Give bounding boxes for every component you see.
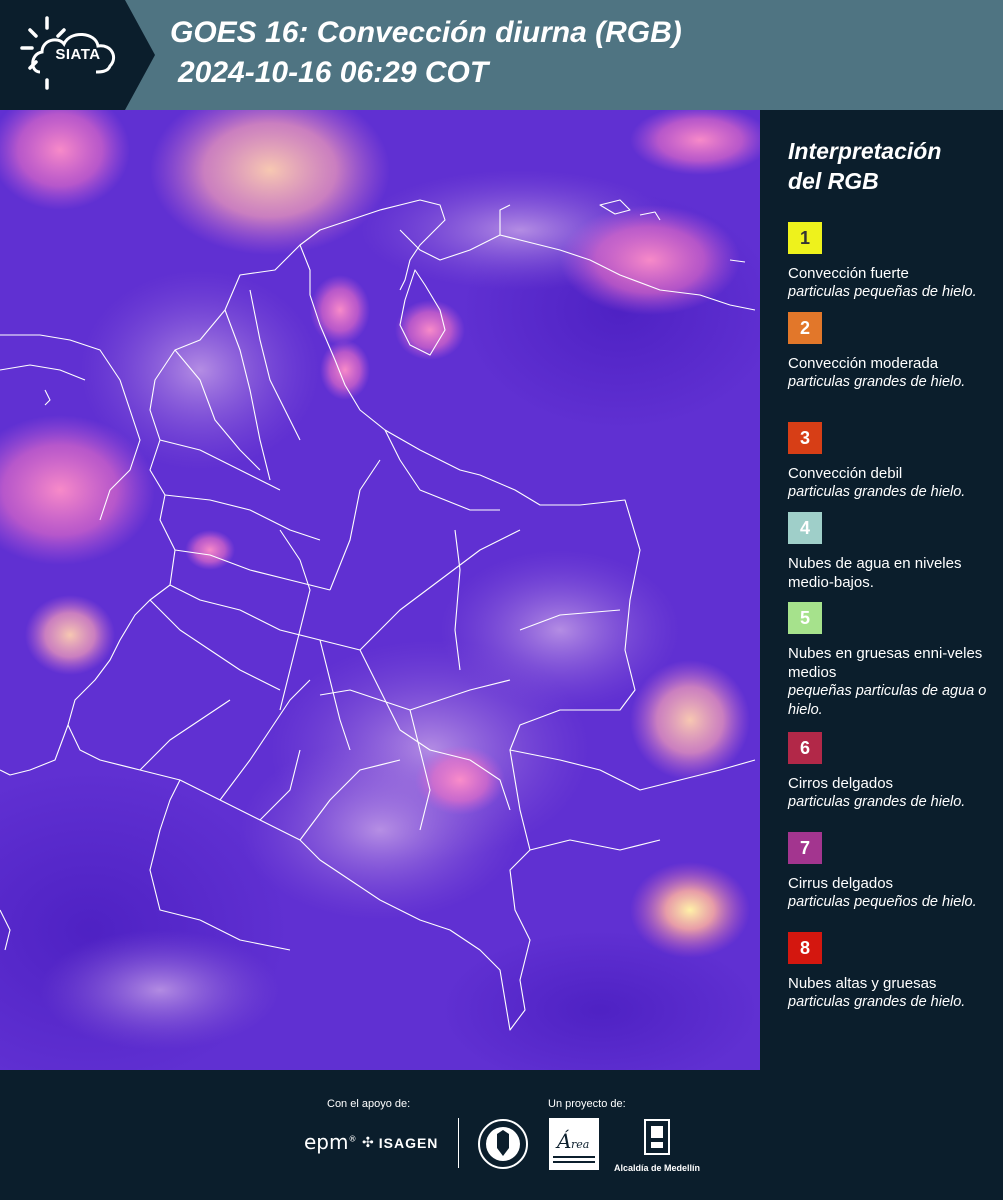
area-metropolitana-logo: Á rea	[549, 1118, 599, 1175]
legend-item-title: Nubes en gruesas enni-veles medios	[788, 645, 983, 681]
satellite-map[interactable]	[0, 110, 760, 1070]
legend-title: Interpretación del RGB	[788, 136, 988, 196]
legend-swatch: 6	[788, 732, 822, 764]
legend-item-title: Convección fuerte	[788, 265, 909, 282]
legend-swatch: 2	[788, 312, 822, 344]
support-label: Con el apoyo de:	[327, 1098, 411, 1110]
legend-item-title: Convección moderada	[788, 355, 939, 372]
legend-item-title: Convección debil	[788, 465, 903, 482]
legend-item-6: 6 Cirros delgados particulas grandes de hi…	[788, 732, 988, 812]
siata-logo: SIATA	[0, 0, 155, 110]
legend-item-1: 1 Convección fuerte particulas pequeñas de…	[788, 222, 988, 302]
legend-item-title: Nubes altas y gruesas	[788, 975, 937, 992]
legend-item-2: 2 Convección moderada particulas grandes d…	[788, 312, 988, 392]
seal-logo	[477, 1118, 529, 1175]
header-bar: SIATA GOES 16: Convección diurna (RGB) 2…	[0, 0, 1003, 110]
legend-item-desc: particulas pequeñas de hielo.	[788, 284, 977, 300]
alcaldia-logo: Alcaldía de Medellín	[612, 1118, 702, 1173]
legend-item-8: 8 Nubes altas y gruesas particulas grandes…	[788, 932, 988, 1012]
legend-item-desc: particulas grandes de hielo.	[788, 794, 966, 810]
coat-of-arms-icon	[644, 1119, 670, 1155]
satellite-rgb-image	[0, 110, 760, 1070]
legend-item-3: 3 Convección debil particulas grandes de h…	[788, 422, 988, 502]
legend-swatch: 3	[788, 422, 822, 454]
legend-item-desc: particulas grandes de hielo.	[788, 374, 966, 390]
project-label: Un proyecto de:	[548, 1098, 626, 1110]
legend-panel: Interpretación del RGB 1 Convección fuert…	[760, 110, 1003, 1070]
isagen-icon: ✣	[362, 1134, 375, 1150]
legend-swatch: 1	[788, 222, 822, 254]
legend-swatch: 5	[788, 602, 822, 634]
isagen-logo: ✣ ISAGEN	[362, 1134, 439, 1151]
legend-title-line2: del RGB	[788, 168, 879, 194]
legend-title-line1: Interpretación	[788, 138, 942, 164]
legend-item-desc: particulas grandes de hielo.	[788, 994, 966, 1010]
legend-item-desc: particulas pequeños de hielo.	[788, 894, 977, 910]
siata-logo-text: SIATA	[55, 46, 101, 63]
legend-item-title: Cirrus delgados	[788, 875, 894, 892]
legend-item-title: Cirros delgados	[788, 775, 894, 792]
legend-item-desc: particulas grandes de hielo.	[788, 484, 966, 500]
legend-swatch: 7	[788, 832, 822, 864]
alcaldia-text: Alcaldía de Medellín	[613, 1163, 701, 1173]
legend-item-desc: pequeñas particulas de agua o hielo.	[788, 683, 987, 718]
svg-text:Á: Á	[555, 1129, 571, 1153]
legend-item-4: 4 Nubes de agua en niveles medio-bajos.	[788, 512, 988, 592]
legend-swatch: 4	[788, 512, 822, 544]
legend-item-5: 5 Nubes en gruesas enni-veles medios peque…	[788, 602, 988, 720]
svg-text:rea: rea	[571, 1138, 589, 1151]
page-timestamp: 2024-10-16 06:29 COT	[178, 56, 489, 89]
legend-item-7: 7 Cirrus delgados particulas pequeños de h…	[788, 832, 988, 912]
footer: Con el apoyo de: Un proyecto de: epm® ✣ …	[0, 1070, 1003, 1200]
footer-divider	[458, 1118, 459, 1168]
page-title: GOES 16: Convección diurna (RGB)	[170, 16, 682, 49]
legend-swatch: 8	[788, 932, 822, 964]
legend-item-title: Nubes de agua en niveles medio-bajos.	[788, 555, 962, 591]
epm-logo: epm®	[304, 1130, 357, 1154]
